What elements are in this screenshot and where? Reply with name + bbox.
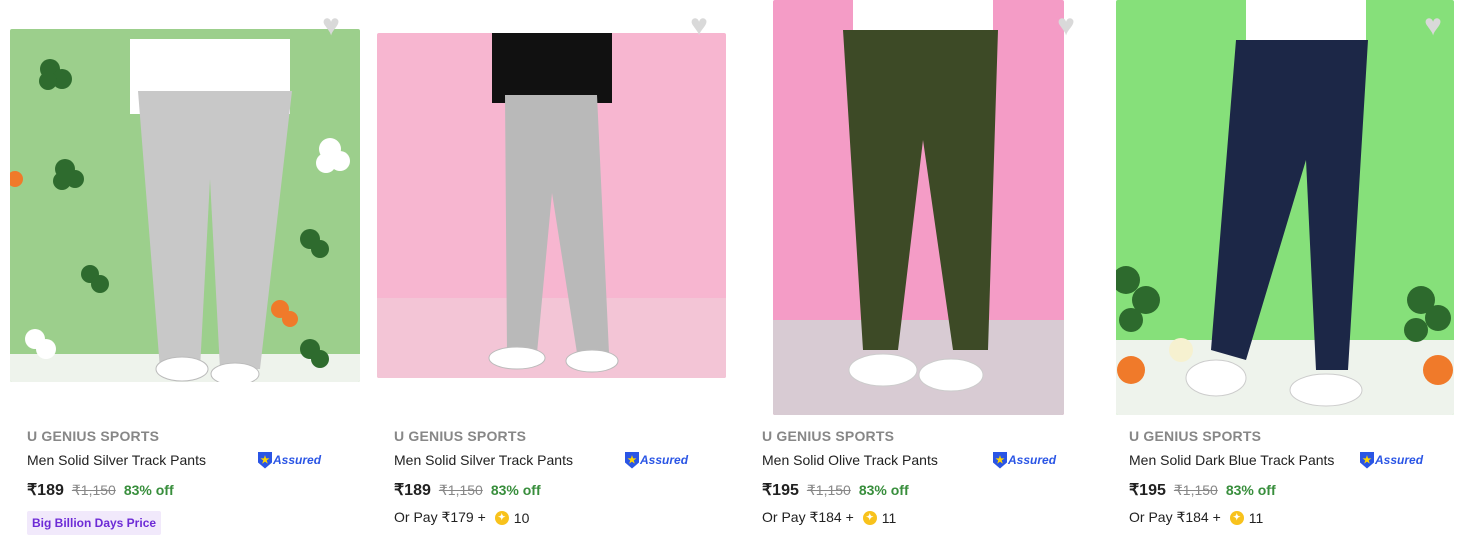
product-image[interactable]: [1116, 0, 1454, 415]
coin-count: 11: [1248, 509, 1264, 526]
coin-count: 11: [881, 509, 897, 526]
coin-icon: ✦: [494, 510, 509, 525]
assured-badge: ★ Assured: [625, 451, 689, 469]
product-card[interactable]: ♥ U GENIUS SPORTS Men Solid Dark Blue Tr…: [1102, 0, 1469, 539]
product-brand: U GENIUS SPORTS: [394, 428, 527, 444]
product-image[interactable]: [377, 33, 726, 378]
price-row: ₹189 ₹1,150 83% off: [394, 480, 724, 502]
product-card[interactable]: ♥ U GENIUS SPORTS Men Solid Olive Track …: [735, 0, 1102, 539]
or-pay-label: Or Pay ₹179 +: [394, 509, 486, 525]
selling-price: ₹189: [394, 482, 431, 499]
wishlist-heart-icon[interactable]: ♥: [1051, 11, 1081, 41]
product-info: U GENIUS SPORTS Men Solid Dark Blue Trac…: [1129, 428, 1459, 526]
product-grid: ♥ U GENIUS SPORTS Men Solid Silver Track…: [0, 0, 1475, 539]
supercoin-offer: Or Pay ₹184 + ✦ 11: [1129, 509, 1459, 526]
assured-label: Assured: [640, 453, 689, 467]
wishlist-heart-icon[interactable]: ♥: [1418, 11, 1448, 41]
product-info: U GENIUS SPORTS Men Solid Silver Track P…: [27, 428, 357, 535]
original-price: ₹1,150: [438, 482, 483, 498]
wishlist-heart-icon[interactable]: ♥: [684, 11, 714, 41]
product-info: U GENIUS SPORTS Men Solid Olive Track Pa…: [762, 428, 1092, 526]
assured-badge: ★ Assured: [258, 451, 322, 469]
coin-count: 10: [513, 509, 530, 526]
product-title[interactable]: Men Solid Olive Track Pants: [762, 452, 993, 468]
shield-icon: ★: [258, 451, 272, 469]
title-row: Men Solid Silver Track Pants ★ Assured: [27, 449, 357, 471]
product-info: U GENIUS SPORTS Men Solid Silver Track P…: [394, 428, 724, 526]
assured-label: Assured: [1008, 453, 1057, 467]
offer-badge: Big Billion Days Price: [27, 511, 162, 535]
product-brand: U GENIUS SPORTS: [762, 428, 895, 444]
original-price: ₹1,150: [1173, 482, 1218, 498]
title-row: Men Solid Olive Track Pants ★ Assured: [762, 449, 1092, 471]
coin-icon: ✦: [1229, 510, 1244, 525]
product-title[interactable]: Men Solid Silver Track Pants: [27, 452, 258, 468]
price-row: ₹195 ₹1,150 83% off: [1129, 480, 1459, 502]
or-pay-label: Or Pay ₹184 +: [1129, 509, 1221, 525]
selling-price: ₹189: [27, 482, 64, 499]
shield-icon: ★: [1360, 451, 1374, 469]
selling-price: ₹195: [1129, 482, 1166, 499]
original-price: ₹1,150: [71, 482, 116, 498]
product-card[interactable]: ♥ U GENIUS SPORTS Men Solid Silver Track…: [367, 0, 734, 539]
or-pay-label: Or Pay ₹184 +: [762, 509, 854, 525]
supercoin-offer: Or Pay ₹184 + ✦ 11: [762, 509, 1092, 526]
selling-price: ₹195: [762, 482, 799, 499]
original-price: ₹1,150: [806, 482, 851, 498]
assured-label: Assured: [1375, 453, 1424, 467]
discount-percent: 83% off: [1225, 482, 1276, 498]
product-title[interactable]: Men Solid Dark Blue Track Pants: [1129, 452, 1360, 468]
supercoin-offer: Or Pay ₹179 + ✦ 10: [394, 509, 724, 526]
discount-percent: 83% off: [490, 482, 541, 498]
coin-icon: ✦: [862, 510, 877, 525]
wishlist-heart-icon[interactable]: ♥: [316, 11, 346, 41]
product-brand: U GENIUS SPORTS: [27, 428, 160, 444]
assured-badge: ★ Assured: [993, 451, 1057, 469]
product-card[interactable]: ♥ U GENIUS SPORTS Men Solid Silver Track…: [0, 0, 367, 539]
assured-label: Assured: [273, 453, 322, 467]
shield-icon: ★: [625, 451, 639, 469]
discount-percent: 83% off: [858, 482, 909, 498]
title-row: Men Solid Dark Blue Track Pants ★ Assure…: [1129, 449, 1459, 471]
assured-badge: ★ Assured: [1360, 451, 1424, 469]
product-title[interactable]: Men Solid Silver Track Pants: [394, 452, 625, 468]
product-image[interactable]: [10, 29, 360, 382]
product-brand: U GENIUS SPORTS: [1129, 428, 1262, 444]
discount-percent: 83% off: [123, 482, 174, 498]
shield-icon: ★: [993, 451, 1007, 469]
price-row: ₹195 ₹1,150 83% off: [762, 480, 1092, 502]
product-image[interactable]: [773, 0, 1064, 415]
price-row: ₹189 ₹1,150 83% off: [27, 480, 357, 502]
title-row: Men Solid Silver Track Pants ★ Assured: [394, 449, 724, 471]
